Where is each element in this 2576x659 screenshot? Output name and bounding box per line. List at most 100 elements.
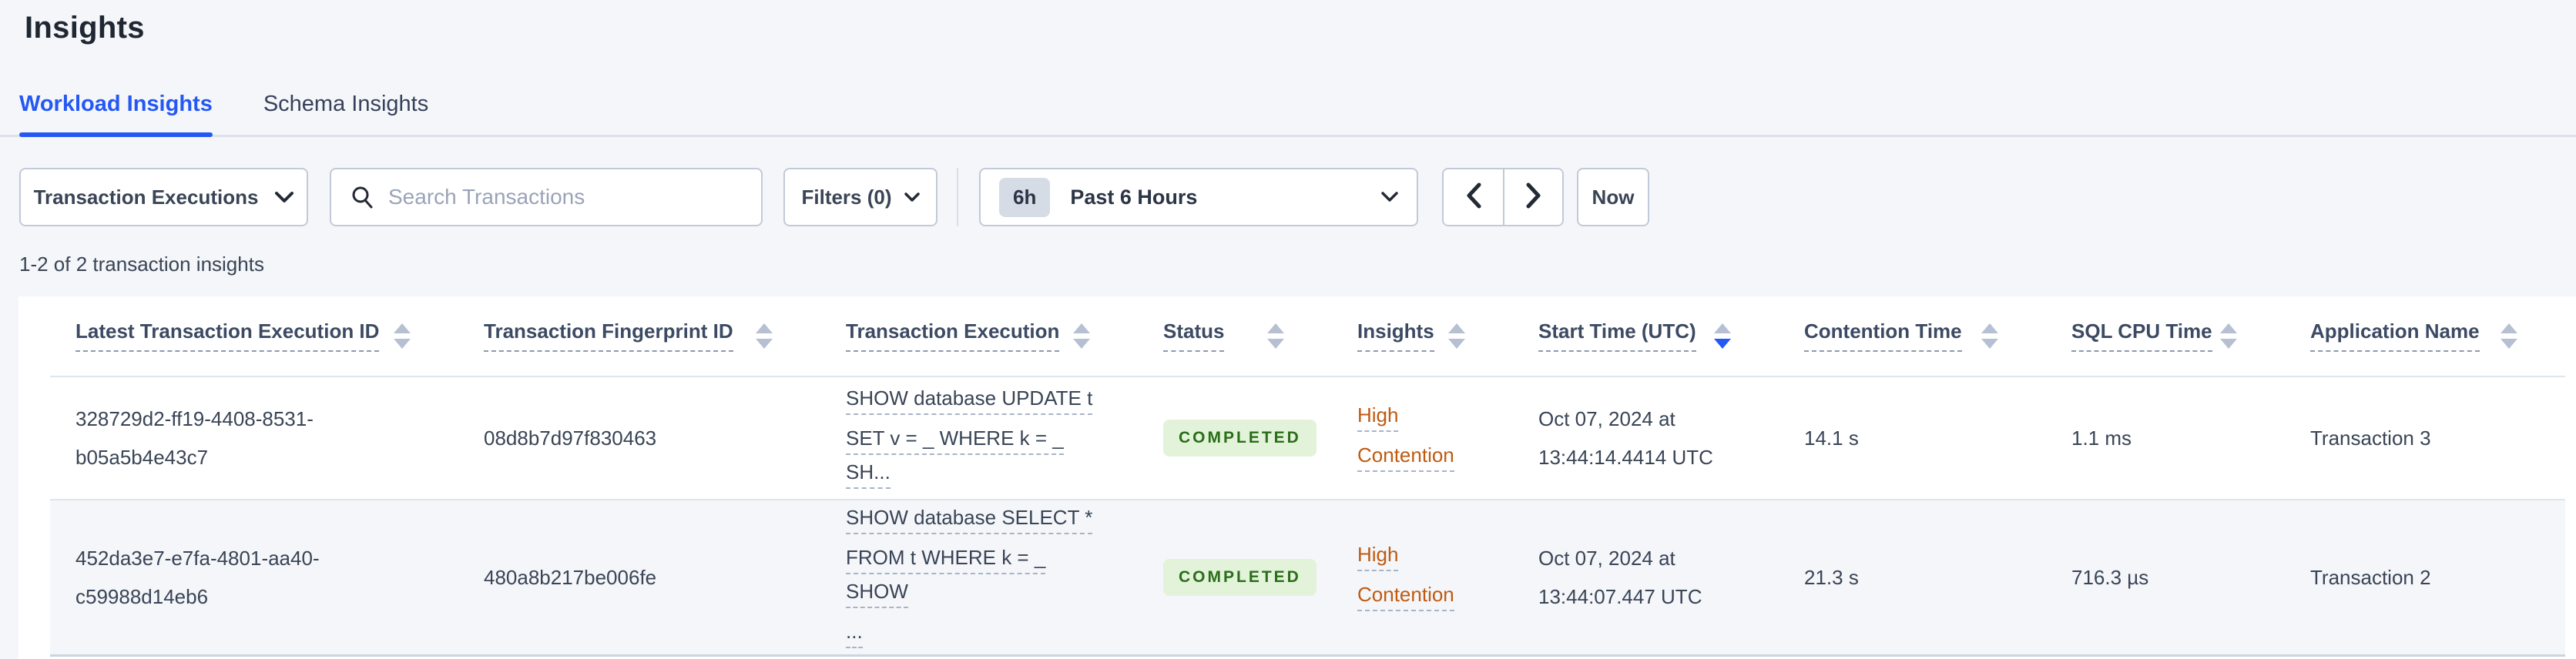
column-header-start-time[interactable]: Start Time (UTC)	[1513, 319, 1779, 353]
cell-application-name: Transaction 2	[2310, 565, 2431, 589]
column-header-label: Insights	[1357, 319, 1434, 353]
cell-status: COMPLETED	[1138, 559, 1332, 596]
time-range-picker[interactable]: 6h Past 6 Hours	[979, 168, 1418, 226]
column-header-latest-transaction-execution-id[interactable]: Latest Transaction Execution ID	[50, 319, 458, 353]
column-header-label: Application Name	[2310, 319, 2480, 353]
cell-insights: High Contention	[1332, 537, 1513, 617]
tabbar: Workload Insights Schema Insights	[0, 74, 2576, 137]
now-button-label: Now	[1592, 185, 1635, 209]
search-input[interactable]	[388, 185, 743, 209]
column-header-label: Transaction Fingerprint ID	[484, 319, 733, 353]
cell-fingerprint-id: 08d8b7d97f830463	[484, 426, 657, 450]
table-header-row: Latest Transaction Execution ID Transact…	[50, 296, 2565, 377]
sort-caret-up-icon	[394, 323, 411, 333]
cell-sql-cpu-time: 716.3 µs	[2071, 565, 2149, 589]
cell-contention-time: 14.1 s	[1804, 426, 1859, 450]
sort-caret-down-icon	[1981, 338, 1998, 349]
filters-button-label: Filters (0)	[801, 185, 892, 209]
transaction-execution-link[interactable]: SHOW database SELECT * FROM t WHERE k = …	[846, 500, 1110, 648]
previous-time-window-button[interactable]	[1444, 169, 1503, 225]
high-contention-link[interactable]: High Contention	[1357, 398, 1485, 472]
cell-start-time: Oct 07, 2024 at 13:44:14.4414 UTC	[1538, 407, 1713, 469]
sort-carets[interactable]	[756, 323, 773, 349]
time-range-label: Past 6 Hours	[1070, 185, 1198, 209]
chevron-down-icon	[904, 192, 920, 202]
sort-caret-down-icon	[2501, 338, 2517, 349]
cell-latest-execution-id: 328729d2-ff19-4408-8531- b05a5b4e43c7	[75, 407, 314, 469]
cell-fingerprint-id: 480a8b217be006fe	[484, 565, 657, 589]
column-header-label: Contention Time	[1804, 319, 1962, 353]
sort-caret-up-icon	[1073, 323, 1090, 333]
column-header-sql-cpu-time[interactable]: SQL CPU Time	[2046, 319, 2285, 353]
sort-caret-up-icon	[756, 323, 773, 333]
chevron-down-icon	[275, 191, 294, 203]
sort-caret-up-icon	[1267, 323, 1284, 333]
cell-contention-time: 21.3 s	[1804, 565, 1859, 589]
sort-carets[interactable]	[2501, 323, 2517, 349]
sort-carets[interactable]	[1981, 323, 1998, 349]
sort-carets[interactable]	[2220, 323, 2237, 349]
column-header-label: Start Time (UTC)	[1538, 319, 1696, 353]
tab-workload-insights[interactable]: Workload Insights	[19, 74, 213, 137]
time-window-pager	[1442, 168, 1564, 226]
cell-transaction-execution: SHOW database UPDATE t SET v = _ WHERE k…	[820, 381, 1138, 495]
sort-carets[interactable]	[1714, 323, 1731, 349]
sort-carets[interactable]	[1073, 323, 1090, 349]
sort-caret-up-icon	[1448, 323, 1465, 333]
sort-caret-up-icon	[2220, 323, 2237, 333]
sort-caret-down-icon	[1448, 338, 1465, 349]
cell-transaction-execution: SHOW database SELECT * FROM t WHERE k = …	[820, 500, 1138, 654]
toolbar: Transaction Executions Filters (0) 6h Pa…	[19, 168, 1649, 226]
cell-insights: High Contention	[1332, 398, 1513, 478]
next-time-window-button[interactable]	[1503, 169, 1562, 225]
column-header-insights[interactable]: Insights	[1332, 319, 1513, 353]
status-badge: COMPLETED	[1163, 559, 1317, 596]
execution-type-dropdown[interactable]: Transaction Executions	[19, 168, 308, 226]
cell-application-name: Transaction 3	[2310, 426, 2431, 450]
sort-caret-down-icon	[1267, 338, 1284, 349]
column-header-label: SQL CPU Time	[2071, 319, 2212, 353]
toolbar-divider	[957, 168, 958, 226]
column-header-transaction-fingerprint-id[interactable]: Transaction Fingerprint ID	[458, 319, 820, 353]
results-summary: 1-2 of 2 transaction insights	[19, 253, 264, 276]
cell-latest-execution-id: 452da3e7-e7fa-4801-aa40- c59988d14eb6	[75, 547, 320, 608]
table-row: 328729d2-ff19-4408-8531- b05a5b4e43c7 08…	[50, 377, 2565, 500]
status-badge: COMPLETED	[1163, 420, 1317, 457]
transaction-execution-link[interactable]: SHOW database UPDATE t SET v = _ WHERE k…	[846, 381, 1110, 489]
now-button[interactable]: Now	[1577, 168, 1649, 226]
sort-caret-up-icon	[2501, 323, 2517, 333]
chevron-right-icon	[1525, 182, 1542, 212]
chevron-left-icon	[1465, 182, 1482, 212]
cell-sql-cpu-time: 1.1 ms	[2071, 426, 2132, 450]
sort-caret-up-icon	[1714, 323, 1731, 333]
column-header-contention-time[interactable]: Contention Time	[1779, 319, 2046, 353]
column-header-label: Status	[1163, 319, 1225, 353]
sort-caret-down-icon	[1714, 338, 1731, 349]
sort-caret-down-icon	[394, 338, 411, 349]
column-header-transaction-execution[interactable]: Transaction Execution	[820, 319, 1138, 353]
sort-caret-down-icon	[1073, 338, 1090, 349]
column-header-application-name[interactable]: Application Name	[2285, 319, 2565, 353]
execution-type-dropdown-label: Transaction Executions	[33, 185, 259, 209]
tab-schema-insights[interactable]: Schema Insights	[263, 74, 428, 135]
page-title: Insights	[25, 11, 145, 45]
column-header-label: Latest Transaction Execution ID	[75, 319, 380, 353]
column-header-label: Transaction Execution	[846, 319, 1060, 353]
high-contention-link[interactable]: High Contention	[1357, 537, 1485, 611]
sort-caret-up-icon	[1981, 323, 1998, 333]
chevron-down-icon	[1381, 192, 1398, 202]
sort-caret-down-icon	[756, 338, 773, 349]
sort-carets[interactable]	[394, 323, 411, 349]
search-box[interactable]	[330, 168, 763, 226]
sort-caret-down-icon	[2220, 338, 2237, 349]
insights-table: Latest Transaction Execution ID Transact…	[50, 296, 2565, 657]
sort-carets[interactable]	[1448, 323, 1465, 349]
table-row: 452da3e7-e7fa-4801-aa40- c59988d14eb6 48…	[50, 500, 2565, 657]
cell-status: COMPLETED	[1138, 420, 1332, 457]
search-icon	[350, 185, 374, 209]
column-header-status[interactable]: Status	[1138, 319, 1332, 353]
sort-carets[interactable]	[1267, 323, 1284, 349]
time-range-badge: 6h	[999, 177, 1051, 217]
filters-button[interactable]: Filters (0)	[783, 168, 937, 226]
insights-table-card: Latest Transaction Execution ID Transact…	[18, 296, 2576, 659]
